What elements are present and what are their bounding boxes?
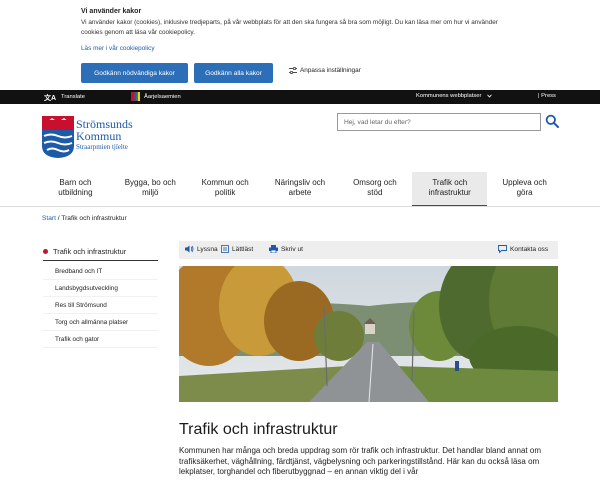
contact-button[interactable]: Kontakta oss [498, 245, 548, 253]
contact-label: Kontakta oss [510, 245, 549, 253]
search-input[interactable] [337, 113, 541, 131]
tools-bar: Lyssna Lättläst Skriv ut Kontakta oss [179, 241, 558, 259]
sidebar-item-res[interactable]: Res till Strömsund [43, 297, 158, 314]
nav-item-bygga-bo-miljo[interactable]: Bygga, bo och miljö [113, 172, 188, 206]
article-intro: Kommunen har många och breda uppdrag som… [179, 446, 541, 476]
sidebar-list: Bredband och IT Landsbygdsutveckling Res… [43, 263, 158, 348]
nav-label-line2: miljö [142, 188, 159, 197]
easy-read-label: Lättläst [232, 245, 254, 253]
sidebar-heading-label: Trafik och infrastruktur [53, 247, 127, 256]
top-bar: 文A Translate Åarjelsaemien Kommunens web… [0, 90, 600, 104]
logo-text-line3: Straarpmien tjïelte [76, 143, 128, 151]
svg-text:文A: 文A [44, 93, 56, 101]
accept-all-button[interactable]: Godkänn alla kakor [194, 63, 273, 83]
cookie-settings-button[interactable]: Anpassa inställningar [289, 67, 361, 74]
nav-label-line2: politik [214, 188, 236, 197]
nav-label-line1: Trafik och [432, 178, 468, 187]
print-button[interactable]: Skriv ut [269, 245, 303, 253]
breadcrumb-current: Trafik och infrastruktur [61, 215, 127, 222]
nav-item-barn-utbildning[interactable]: Barn och utbildning [38, 172, 113, 206]
press-separator: | [538, 93, 540, 99]
accept-necessary-button[interactable]: Godkänn nödvändiga kakor [81, 63, 188, 83]
sami-label: Åarjelsaemien [144, 93, 181, 100]
main-navigation: Barn och utbildning Bygga, bo och miljö … [38, 172, 562, 207]
logo-text-line2: Kommun [76, 129, 122, 143]
sami-language-link[interactable]: Åarjelsaemien [131, 92, 181, 101]
breadcrumb: Start / Trafik och infrastruktur [42, 215, 127, 222]
sidebar-item-bredband[interactable]: Bredband och IT [43, 263, 158, 280]
nav-item-trafik-infrastruktur[interactable]: Trafik och infrastruktur [412, 172, 488, 207]
easy-read-button[interactable]: Lättläst [221, 245, 253, 253]
sidebar-item-landsbygd[interactable]: Landsbygdsutveckling [43, 280, 158, 297]
municipal-sites-dropdown[interactable]: Kommunens webbplatser [416, 93, 493, 99]
sidebar-item-trafik-gator[interactable]: Trafik och gator [43, 331, 158, 348]
search-icon[interactable] [545, 114, 559, 128]
nav-label-line2: utbildning [58, 188, 93, 197]
nav-divider [0, 206, 600, 207]
nav-item-omsorg-stod[interactable]: Omsorg och stöd [337, 172, 412, 206]
cookie-title: Vi använder kakor [81, 8, 142, 15]
speaker-icon [185, 245, 194, 253]
active-dot-icon [43, 249, 48, 254]
nav-label-line1: Barn och [59, 178, 92, 187]
nav-item-naringsliv-arbete[interactable]: Näringsliv och arbete [263, 172, 338, 206]
page-title: Trafik och infrastruktur [179, 421, 338, 438]
chevron-down-icon [487, 94, 493, 98]
listen-label: Lyssna [197, 245, 218, 253]
press-link[interactable]: | Press [538, 93, 556, 99]
cookie-policy-link[interactable]: Läs mer i vår cookiepolicy [81, 45, 155, 52]
nav-label-line1: Omsorg och [353, 178, 397, 187]
sites-label: Kommunens webbplatser [416, 93, 482, 99]
cookie-settings-label: Anpassa inställningar [300, 67, 361, 74]
print-label: Skriv ut [281, 245, 303, 253]
nav-label-line1: Bygga, bo och [124, 178, 176, 187]
nav-label-line1: Näringsliv och [274, 178, 326, 187]
hero-image [179, 266, 558, 402]
translate-label: Translate [61, 94, 85, 100]
translate-icon: 文A [44, 93, 56, 101]
press-label: Press [541, 93, 556, 99]
nav-label-line2: göra [516, 188, 533, 197]
nav-label-line2: arbete [288, 188, 312, 197]
breadcrumb-home-link[interactable]: Start [42, 215, 56, 222]
sami-flag-icon [131, 92, 140, 101]
nav-item-uppleva-gora[interactable]: Uppleva och göra [487, 172, 562, 206]
nav-label-line1: Uppleva och [502, 178, 547, 187]
chat-icon [498, 245, 507, 253]
printer-icon [269, 245, 278, 253]
nav-label-line2: stöd [367, 188, 383, 197]
sidebar-heading[interactable]: Trafik och infrastruktur [43, 243, 158, 261]
nav-label-line1: Kommun och [201, 178, 249, 187]
translate-button[interactable]: 文A Translate [44, 93, 85, 101]
cookie-text: Vi använder kakor (cookies), inklusive t… [81, 19, 498, 36]
nav-item-kommun-politik[interactable]: Kommun och politik [188, 172, 263, 206]
cookie-banner: Vi använder kakor Vi använder kakor (coo… [0, 0, 600, 90]
nav-label-line2: infrastruktur [428, 188, 471, 197]
sliders-icon [289, 67, 297, 74]
sidebar-item-torg[interactable]: Torg och allmänna platser [43, 314, 158, 331]
easy-read-icon [221, 245, 229, 253]
listen-button[interactable]: Lyssna [185, 245, 218, 253]
